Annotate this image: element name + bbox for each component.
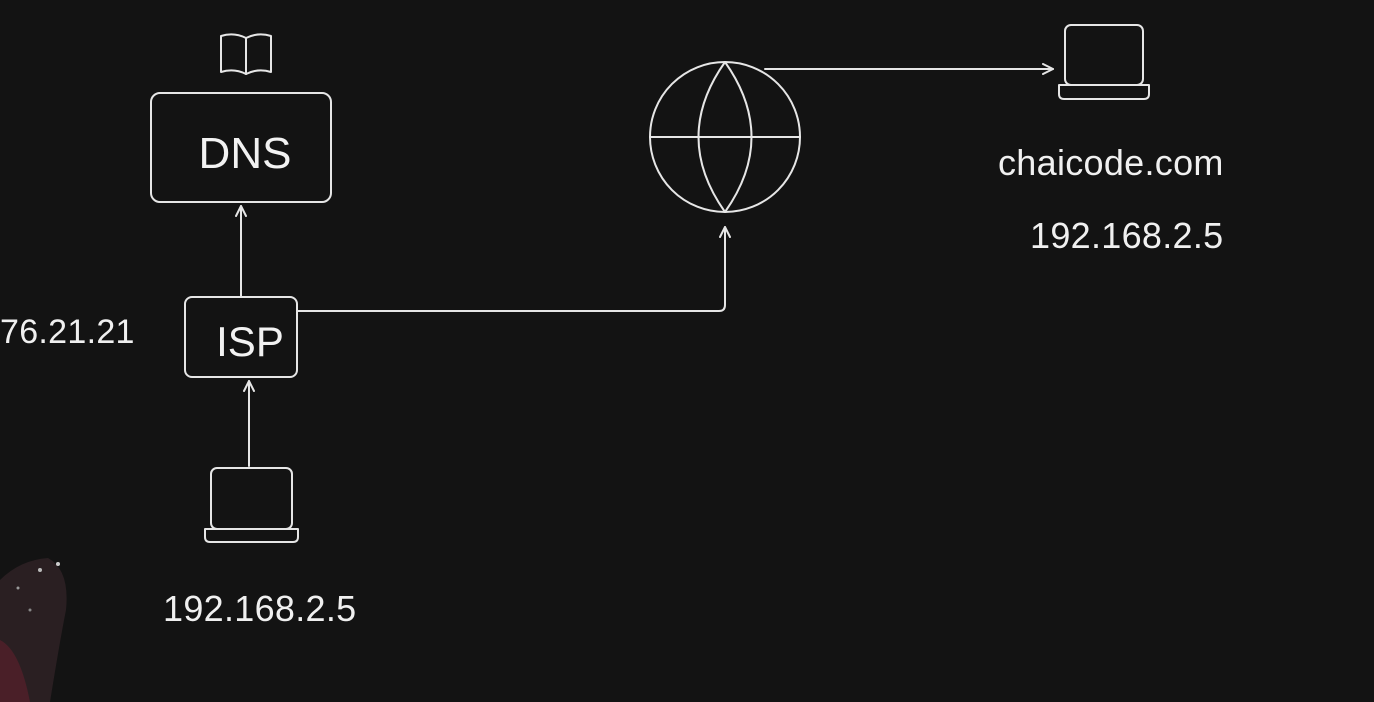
laptop-icon [1058, 24, 1150, 100]
dns-label: DNS [199, 129, 292, 178]
client-ip-label: 192.168.2.5 [163, 588, 357, 629]
isp-ip-label: 76.21.21 [0, 313, 135, 351]
laptop-icon [204, 467, 299, 543]
arrow-isp-to-internet [296, 226, 731, 312]
isp-label: ISP [216, 318, 284, 365]
diagram-canvas: DNS ISP 76.21.21 192.168.2.5 chaicode.co… [0, 0, 1374, 702]
book-icon [220, 33, 272, 75]
server-ip-label: 192.168.2.5 [1030, 215, 1224, 256]
server-domain-label: chaicode.com [998, 142, 1224, 183]
decorative-fragment [0, 558, 67, 702]
globe-icon [649, 61, 801, 213]
